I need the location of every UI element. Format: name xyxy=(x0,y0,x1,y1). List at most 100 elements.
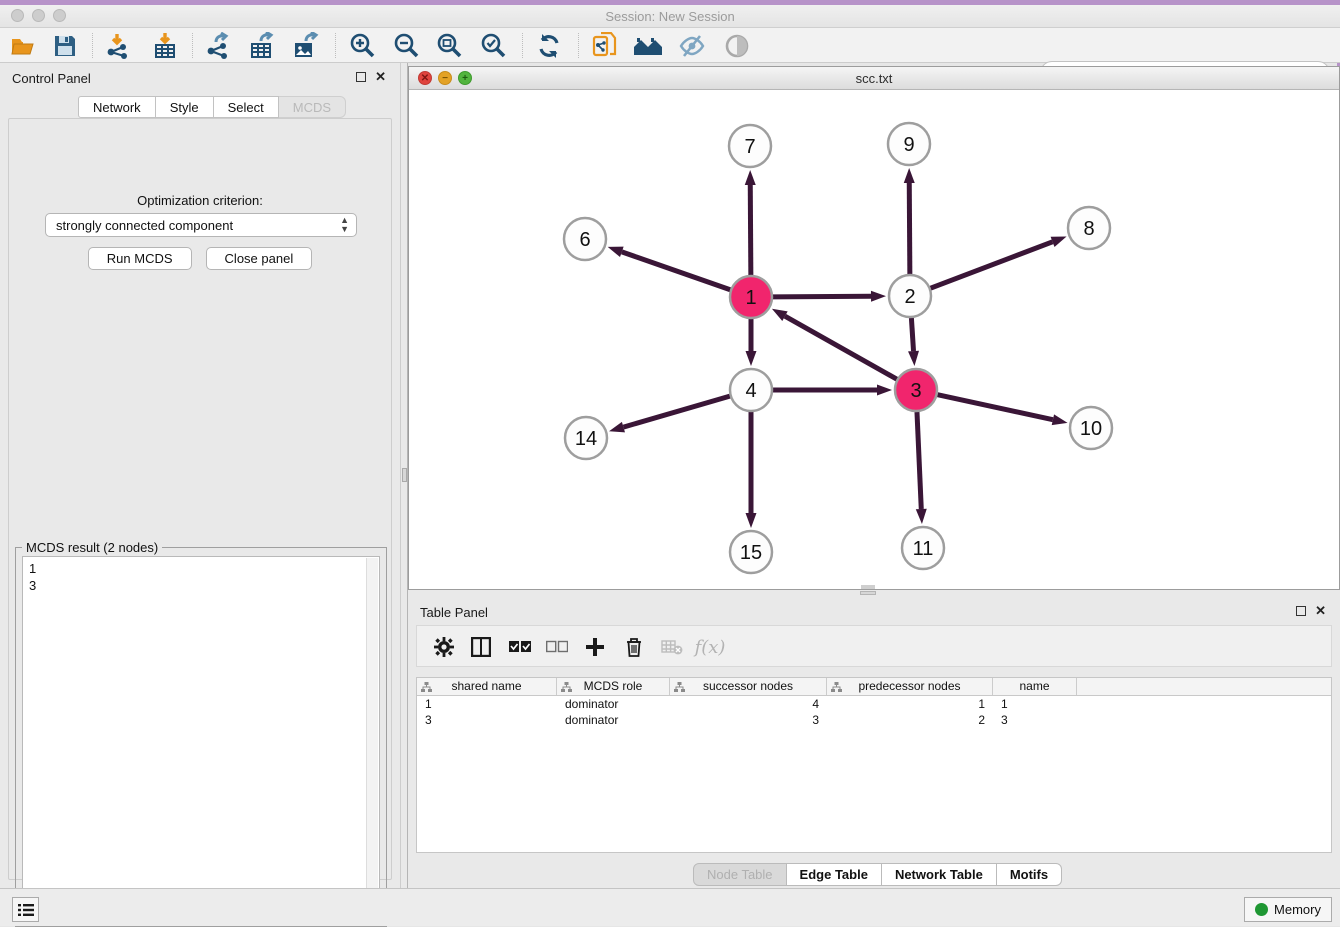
node-label-2: 2 xyxy=(904,286,915,308)
mcds-tab-content: Optimization criterion: strongly connect… xyxy=(8,118,392,880)
edge-3-11[interactable] xyxy=(917,412,921,509)
network-window-titlebar[interactable]: ✕ − + scc.txt xyxy=(409,67,1339,90)
node-label-7: 7 xyxy=(744,136,755,158)
cell[interactable]: 1 xyxy=(827,696,993,712)
export-image-icon[interactable] xyxy=(290,31,320,61)
cell[interactable]: dominator xyxy=(557,696,670,712)
vertical-splitter[interactable] xyxy=(400,63,408,888)
edge-1-6[interactable] xyxy=(622,252,730,290)
table-header-row[interactable]: shared nameMCDS role successor nodes prede… xyxy=(417,678,1331,696)
table-row[interactable]: 3dominator323 xyxy=(417,712,1331,728)
edge-3-10[interactable] xyxy=(937,395,1052,420)
criterion-dropdown[interactable]: strongly connected component ▲▼ xyxy=(45,213,357,237)
splitter-handle-h[interactable] xyxy=(860,591,876,595)
export-table-icon[interactable] xyxy=(247,31,277,61)
tab-network[interactable]: Network xyxy=(78,96,156,118)
splitter-handle[interactable] xyxy=(402,468,407,482)
tab-edge-table[interactable]: Edge Table xyxy=(787,863,882,886)
edge-4-14[interactable] xyxy=(623,396,729,427)
zoom-fit-icon[interactable] xyxy=(434,31,464,61)
tab-node-table[interactable]: Node Table xyxy=(693,863,787,886)
window-title: Session: New Session xyxy=(0,9,1340,24)
control-panel-tabs: NetworkStyleSelectMCDS xyxy=(78,96,346,118)
close-table-panel-icon[interactable]: ✕ xyxy=(1315,606,1326,616)
table-row[interactable]: 1dominator411 xyxy=(417,696,1331,712)
cell[interactable]: 1 xyxy=(417,696,557,712)
save-session-icon[interactable] xyxy=(50,31,80,61)
table-body[interactable]: 1dominator4113dominator323 xyxy=(417,696,1331,728)
cell[interactable]: 4 xyxy=(670,696,827,712)
import-table-icon[interactable] xyxy=(150,31,180,61)
cell[interactable]: 1 xyxy=(993,696,1077,712)
cell[interactable]: 3 xyxy=(670,712,827,728)
edge-3-1[interactable] xyxy=(785,316,897,379)
edge-2-9[interactable] xyxy=(909,183,910,274)
edge-2-8[interactable] xyxy=(931,242,1053,288)
list-icon xyxy=(18,903,34,917)
cell[interactable]: 3 xyxy=(993,712,1077,728)
cell[interactable]: 2 xyxy=(827,712,993,728)
column-header-name[interactable]: name xyxy=(993,678,1077,695)
delete-icon[interactable] xyxy=(619,632,649,662)
column-header-successor-nodes[interactable]: successor nodes xyxy=(670,678,827,695)
mcds-result-title: MCDS result (2 nodes) xyxy=(22,540,162,555)
status-bar: Memory xyxy=(0,888,1340,926)
canvas-resize-handle[interactable] xyxy=(861,585,875,589)
open-file-icon[interactable] xyxy=(8,31,38,61)
hierarchy-icon xyxy=(421,681,432,695)
add-icon[interactable] xyxy=(580,632,610,662)
tab-select[interactable]: Select xyxy=(214,96,279,118)
tab-style[interactable]: Style xyxy=(156,96,214,118)
table-toolbar: f(x) xyxy=(416,625,1332,667)
tab-motifs[interactable]: Motifs xyxy=(997,863,1062,886)
zoom-in-icon[interactable] xyxy=(347,31,377,61)
float-table-panel-icon[interactable] xyxy=(1296,606,1306,616)
network-canvas[interactable]: 7968124314101511 xyxy=(409,90,1339,589)
select-all-icon[interactable] xyxy=(505,632,535,662)
delete-table-icon[interactable] xyxy=(657,632,687,662)
close-panel-button[interactable]: Close panel xyxy=(206,247,313,270)
node-label-1: 1 xyxy=(745,287,756,309)
show-all-icon[interactable] xyxy=(722,31,752,61)
export-network-icon[interactable] xyxy=(203,31,233,61)
node-table[interactable]: shared nameMCDS role successor nodes prede… xyxy=(416,677,1332,853)
network-view-window: ✕ − + scc.txt 7968124314101511 xyxy=(408,66,1340,590)
task-history-button[interactable] xyxy=(12,897,39,922)
optimization-criterion-label: Optimization criterion: xyxy=(9,193,391,208)
hierarchy-icon xyxy=(674,681,685,695)
first-neighbors-icon[interactable] xyxy=(633,31,663,61)
float-panel-icon[interactable] xyxy=(356,72,366,82)
column-label: predecessor nodes xyxy=(858,679,960,693)
column-label: successor nodes xyxy=(703,679,793,693)
horizontal-splitter[interactable] xyxy=(408,590,1340,597)
zoom-selected-icon[interactable] xyxy=(478,31,508,61)
close-panel-icon[interactable]: ✕ xyxy=(375,72,386,82)
refresh-icon[interactable] xyxy=(534,31,564,61)
tab-network-table[interactable]: Network Table xyxy=(882,863,997,886)
run-mcds-button[interactable]: Run MCDS xyxy=(88,247,192,270)
column-header-shared-name[interactable]: shared name xyxy=(417,678,557,695)
cell[interactable]: 3 xyxy=(417,712,557,728)
result-scrollbar[interactable] xyxy=(366,558,378,918)
edge-2-3[interactable] xyxy=(911,318,913,351)
tab-mcds[interactable]: MCDS xyxy=(279,96,346,118)
cell[interactable]: dominator xyxy=(557,712,670,728)
column-header-predecessor-nodes[interactable]: predecessor nodes xyxy=(827,678,993,695)
edge-1-7[interactable] xyxy=(750,185,751,275)
mcds-result-list[interactable]: 13 xyxy=(22,556,380,918)
column-header-MCDS-role[interactable]: MCDS role xyxy=(557,678,670,695)
network-from-selection-icon[interactable] xyxy=(590,31,620,61)
column-label: name xyxy=(1019,679,1049,693)
hide-selection-icon[interactable] xyxy=(677,31,707,61)
node-label-11: 11 xyxy=(913,538,934,560)
node-label-9: 9 xyxy=(903,134,914,156)
memory-button[interactable]: Memory xyxy=(1244,897,1332,922)
import-network-icon[interactable] xyxy=(103,31,133,61)
deselect-all-icon[interactable] xyxy=(542,632,572,662)
arrowhead-icon xyxy=(746,351,757,366)
gear-icon[interactable] xyxy=(429,632,459,662)
function-builder-icon[interactable]: f(x) xyxy=(695,632,725,662)
zoom-out-icon[interactable] xyxy=(391,31,421,61)
columns-icon[interactable] xyxy=(466,632,496,662)
edge-1-2[interactable] xyxy=(773,296,871,297)
